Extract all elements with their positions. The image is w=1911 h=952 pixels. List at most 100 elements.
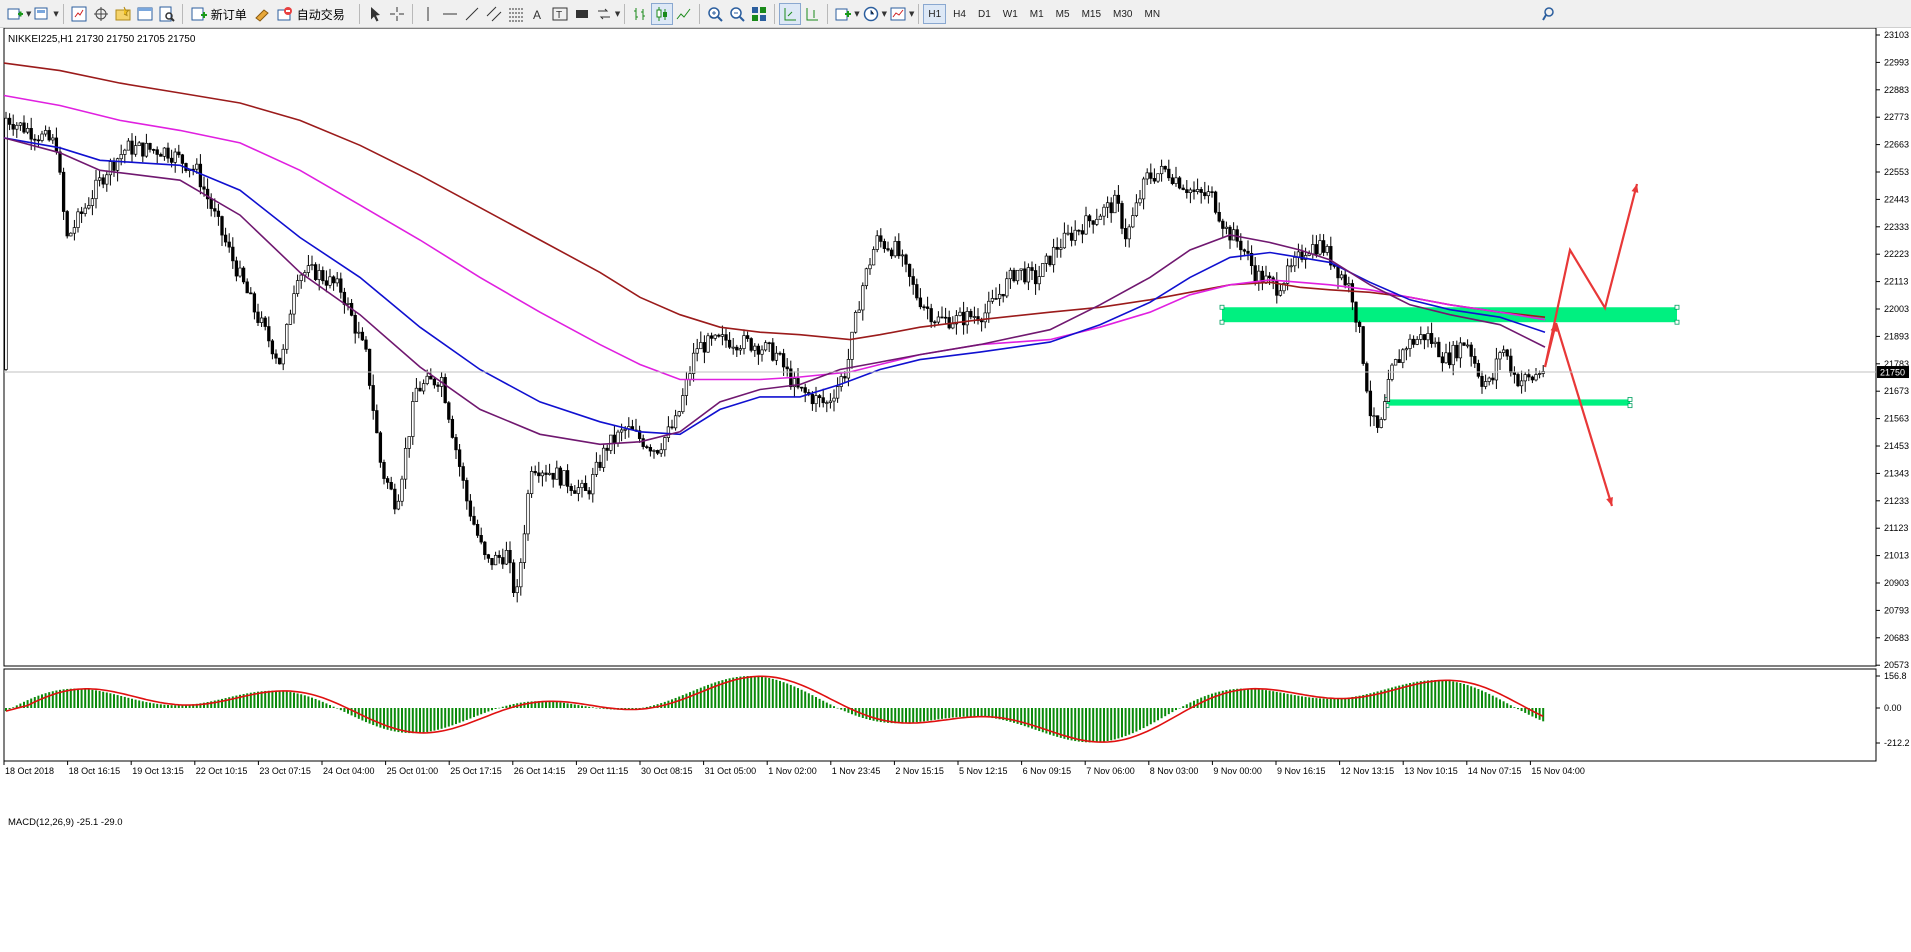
candle — [1444, 352, 1448, 364]
market-watch-button[interactable] — [68, 3, 90, 25]
candle — [123, 149, 127, 155]
text-label-icon[interactable]: T — [549, 3, 571, 25]
candle — [1134, 202, 1139, 216]
macd-histogram-bar — [692, 690, 695, 708]
zone-handle[interactable] — [1674, 319, 1680, 325]
zone-rectangle[interactable] — [1387, 399, 1630, 406]
metaeditor-button[interactable] — [251, 3, 273, 25]
auto-trading-button[interactable]: 自动交易 — [273, 3, 349, 25]
macd-histogram-bar — [1495, 697, 1498, 708]
candlestick-icon[interactable] — [651, 3, 674, 25]
shapes-icon[interactable] — [571, 3, 593, 25]
candle — [238, 267, 242, 277]
horizontal-line-icon[interactable] — [439, 3, 461, 25]
bar-chart-icon[interactable] — [629, 3, 651, 25]
zone-handle[interactable] — [1627, 397, 1633, 402]
crosshair-icon[interactable] — [386, 3, 408, 25]
text-icon[interactable]: A — [527, 3, 549, 25]
indicators-icon[interactable] — [832, 3, 854, 25]
profiles-button[interactable] — [31, 3, 53, 25]
candle — [1505, 349, 1509, 357]
candle — [72, 227, 77, 234]
macd-histogram-bar — [1430, 680, 1433, 708]
candle — [1393, 359, 1398, 366]
timeframe-w1[interactable]: W1 — [998, 4, 1023, 24]
strategy-tester-button[interactable] — [156, 3, 178, 25]
zone-handle[interactable] — [1219, 304, 1225, 310]
candle — [1156, 173, 1160, 182]
macd-histogram-bar — [1239, 688, 1242, 708]
navigator-button[interactable] — [112, 3, 134, 25]
data-window-button[interactable] — [90, 3, 112, 25]
macd-histogram-bar — [113, 694, 115, 708]
arrows-icon[interactable] — [593, 3, 615, 25]
new-order-button[interactable]: 新订单 — [187, 3, 251, 25]
terminal-button[interactable] — [134, 3, 156, 25]
cursor-icon[interactable] — [364, 3, 386, 25]
candle — [1221, 220, 1225, 229]
chart-canvas[interactable]: 23103 22993 22883 22773 22663 22553 22443 22333… — [0, 27, 1911, 948]
macd-histogram-bar — [95, 690, 97, 708]
timeframe-mn[interactable]: MN — [1139, 4, 1165, 24]
macd-histogram-bar — [98, 690, 101, 708]
search-icon[interactable] — [1539, 3, 1561, 25]
candle — [1426, 333, 1430, 341]
timeframe-m1[interactable]: M1 — [1025, 4, 1049, 24]
tile-windows-icon[interactable] — [748, 3, 770, 25]
dropdown-arrow-icon[interactable]: ▼ — [53, 10, 58, 18]
auto-scroll-icon[interactable] — [779, 3, 802, 25]
macd-histogram-bar — [1297, 695, 1300, 708]
macd-histogram-bar — [12, 707, 15, 708]
line-chart-icon[interactable] — [673, 3, 695, 25]
timeframe-m30[interactable]: M30 — [1108, 4, 1137, 24]
candle — [1523, 374, 1527, 382]
timeframe-m5[interactable]: M5 — [1051, 4, 1075, 24]
dropdown-arrow-icon[interactable]: ▼ — [909, 10, 914, 18]
candle — [1113, 194, 1117, 214]
candle — [645, 446, 649, 448]
candle — [529, 471, 534, 495]
zone-handle[interactable] — [1674, 304, 1680, 310]
macd-header: MACD(12,26,9) -25.1 -29.0 — [8, 817, 123, 828]
candle — [112, 161, 116, 171]
trendline-icon[interactable] — [461, 3, 483, 25]
fibonacci-icon[interactable] — [505, 3, 527, 25]
timeframe-h1[interactable]: H1 — [923, 4, 947, 24]
candle — [526, 493, 530, 535]
periods-clock-icon[interactable] — [860, 3, 882, 25]
zoom-in-icon[interactable] — [704, 3, 726, 25]
equidistant-channel-icon[interactable] — [483, 3, 505, 25]
candle — [220, 216, 224, 236]
macd-histogram-bar — [332, 706, 335, 708]
macd-histogram-bar — [804, 691, 807, 708]
macd-histogram-bar — [761, 676, 763, 708]
macd-histogram-bar — [775, 679, 778, 708]
zone-handle[interactable] — [1219, 319, 1225, 325]
candle — [994, 298, 998, 300]
templates-icon[interactable] — [887, 3, 909, 25]
zone-handle[interactable] — [1627, 403, 1633, 409]
chart-window[interactable]: 23103 22993 22883 22773 22663 22553 22443 22333… — [0, 27, 1911, 948]
candle — [1131, 215, 1135, 228]
macd-histogram-bar — [782, 682, 785, 708]
candle — [670, 426, 674, 429]
macd-histogram-bar — [1067, 708, 1069, 740]
macd-histogram-bar — [321, 701, 324, 708]
chart-shift-icon[interactable] — [801, 3, 823, 25]
macd-histogram-bar — [437, 708, 439, 730]
macd-histogram-bar — [1081, 708, 1084, 742]
timeframe-d1[interactable]: D1 — [973, 4, 996, 24]
macd-tick-label: 156.8 — [1884, 671, 1907, 681]
candle — [1386, 379, 1391, 402]
new-chart-button[interactable] — [4, 3, 26, 25]
dropdown-arrow-icon[interactable]: ▼ — [615, 10, 620, 18]
timeframe-h4[interactable]: H4 — [948, 4, 971, 24]
candle — [641, 438, 645, 447]
zoom-out-icon[interactable] — [726, 3, 748, 25]
candle — [659, 449, 663, 454]
timeframe-m15[interactable]: M15 — [1077, 4, 1106, 24]
candle — [281, 348, 285, 365]
candle — [1015, 269, 1020, 282]
candle — [245, 281, 249, 294]
vertical-line-icon[interactable] — [417, 3, 439, 25]
